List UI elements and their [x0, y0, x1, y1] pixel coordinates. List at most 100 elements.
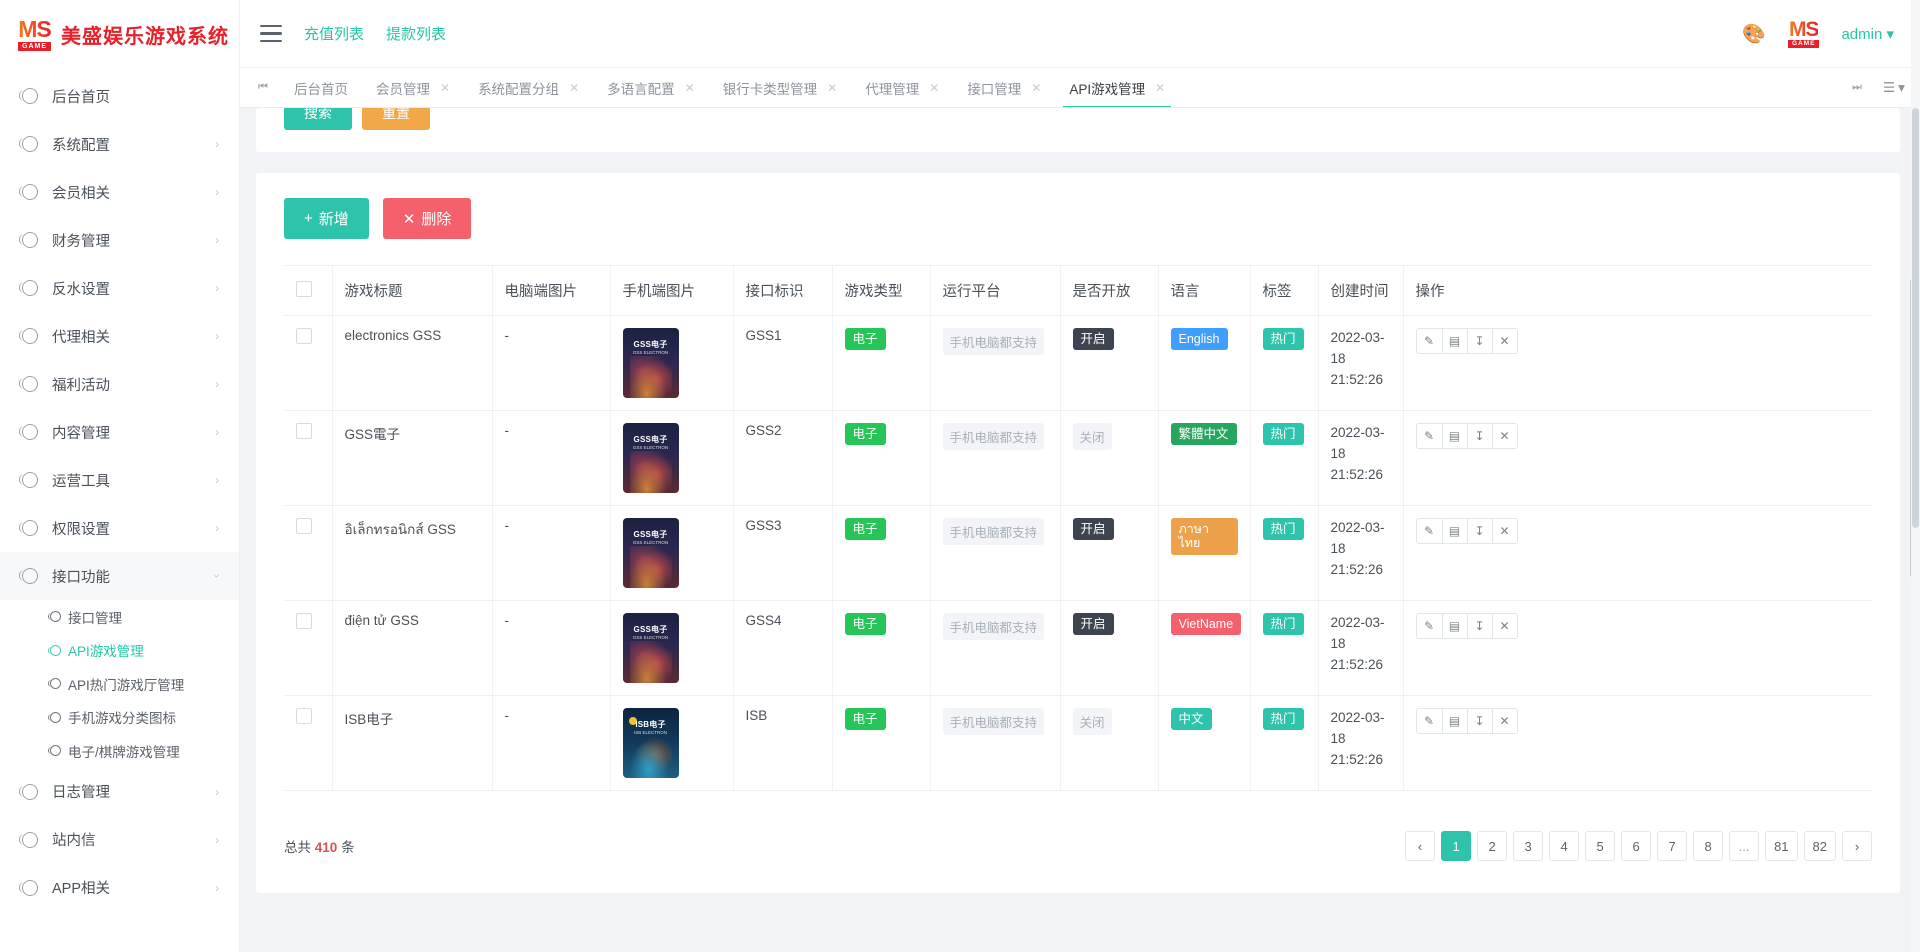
copy-icon[interactable]: ▤	[1442, 709, 1467, 733]
edit-icon[interactable]: ✎	[1417, 614, 1442, 638]
close-icon[interactable]: ✕	[1492, 614, 1517, 638]
page-button-8[interactable]: 8	[1693, 831, 1723, 861]
copy-icon[interactable]: ▤	[1442, 519, 1467, 543]
sidebar-item-welfare[interactable]: 福利活动 ›	[0, 360, 239, 408]
topbar-link-deposit-list[interactable]: 充值列表	[304, 23, 364, 44]
download-icon[interactable]: ↧	[1467, 519, 1492, 543]
sidebar-item-operations[interactable]: 运营工具 ›	[0, 456, 239, 504]
open-state-badge[interactable]: 关闭	[1073, 708, 1112, 735]
sidebar-item-logs[interactable]: 日志管理 ›	[0, 768, 239, 816]
brand[interactable]: MS GAME 美盛娱乐游戏系统	[0, 0, 239, 68]
reset-button[interactable]: 重置	[362, 108, 430, 130]
sidebar-item-system-config[interactable]: 系统配置 ›	[0, 120, 239, 168]
download-icon[interactable]: ↧	[1467, 614, 1492, 638]
page-button-3[interactable]: 3	[1513, 831, 1543, 861]
row-checkbox[interactable]	[296, 423, 312, 439]
sidebar-subitem-api-hot-hall[interactable]: API热门游戏厅管理	[0, 667, 239, 701]
close-icon[interactable]: ✕	[1155, 81, 1165, 95]
download-icon[interactable]: ↧	[1467, 709, 1492, 733]
page-button-6[interactable]: 6	[1621, 831, 1651, 861]
add-button[interactable]: + 新增	[284, 198, 369, 239]
close-icon[interactable]: ✕	[1492, 329, 1517, 353]
select-all-checkbox[interactable]	[296, 281, 312, 297]
close-icon[interactable]: ✕	[685, 81, 695, 95]
page-scrollbar-thumb[interactable]	[1912, 108, 1919, 528]
tab-interface-manage[interactable]: 接口管理 ✕	[953, 68, 1055, 107]
sidebar-item-content[interactable]: 内容管理 ›	[0, 408, 239, 456]
close-icon[interactable]: ✕	[827, 81, 837, 95]
row-checkbox[interactable]	[296, 708, 312, 724]
page-scrollbar[interactable]	[1911, 0, 1920, 952]
download-icon[interactable]: ↧	[1467, 329, 1492, 353]
close-icon[interactable]: ✕	[1492, 424, 1517, 448]
edit-icon[interactable]: ✎	[1417, 519, 1442, 543]
tabs-scroll-next-icon[interactable]: ⏭	[1840, 81, 1874, 94]
admin-menu[interactable]: admin ▾	[1841, 25, 1894, 43]
row-checkbox[interactable]	[296, 518, 312, 534]
sidebar-subitem-interface-manage[interactable]: 接口管理	[0, 600, 239, 634]
open-state-badge[interactable]: 开启	[1073, 328, 1114, 350]
tabs-options-menu[interactable]: ☰ ▾	[1874, 80, 1914, 96]
copy-icon[interactable]: ▤	[1442, 614, 1467, 638]
close-icon[interactable]: ✕	[1492, 709, 1517, 733]
sidebar-item-agent[interactable]: 代理相关 ›	[0, 312, 239, 360]
tab-home[interactable]: 后台首页	[280, 68, 362, 107]
sidebar-item-finance[interactable]: 财务管理 ›	[0, 216, 239, 264]
page-next-button[interactable]: ›	[1842, 831, 1872, 861]
language-badge: 中文	[1171, 708, 1212, 730]
topbar-link-withdraw-list[interactable]: 提款列表	[386, 23, 446, 44]
game-thumbnail[interactable]: GSS电子 GSS ELECTRON	[623, 328, 679, 398]
sidebar-item-permissions[interactable]: 权限设置 ›	[0, 504, 239, 552]
sidebar-subitem-electronic-card-game[interactable]: 电子/棋牌游戏管理	[0, 734, 239, 768]
page-prev-button[interactable]: ‹	[1405, 831, 1435, 861]
close-icon[interactable]: ✕	[440, 81, 450, 95]
tab-bankcard-type-manage[interactable]: 银行卡类型管理 ✕	[709, 68, 852, 107]
copy-icon[interactable]: ▤	[1442, 329, 1467, 353]
page-button-5[interactable]: 5	[1585, 831, 1615, 861]
sidebar-subitem-api-game-manage[interactable]: API游戏管理	[0, 634, 239, 668]
copy-icon[interactable]: ▤	[1442, 424, 1467, 448]
sidebar-item-messages[interactable]: 站内信 ›	[0, 816, 239, 864]
open-state-badge[interactable]: 关闭	[1073, 423, 1112, 450]
open-state-badge[interactable]: 开启	[1073, 518, 1114, 540]
open-state-badge[interactable]: 开启	[1073, 613, 1114, 635]
sidebar-item-home[interactable]: 后台首页	[0, 72, 239, 120]
close-icon[interactable]: ✕	[929, 81, 939, 95]
game-type-badge: 电子	[845, 423, 886, 445]
menu-toggle-icon[interactable]	[260, 25, 282, 42]
row-checkbox[interactable]	[296, 328, 312, 344]
edit-icon[interactable]: ✎	[1417, 424, 1442, 448]
row-checkbox[interactable]	[296, 613, 312, 629]
tab-system-config-group[interactable]: 系统配置分组 ✕	[464, 68, 593, 107]
download-icon[interactable]: ↧	[1467, 424, 1492, 448]
page-button-4[interactable]: 4	[1549, 831, 1579, 861]
tab-api-game-manage[interactable]: API游戏管理 ✕	[1055, 68, 1179, 107]
edit-icon[interactable]: ✎	[1417, 329, 1442, 353]
game-thumbnail[interactable]: GSS电子 GSS ELECTRON	[623, 518, 679, 588]
tab-multilang-config[interactable]: 多语言配置 ✕	[593, 68, 709, 107]
close-icon[interactable]: ✕	[569, 81, 579, 95]
sidebar-item-app[interactable]: APP相关 ›	[0, 864, 239, 912]
close-icon[interactable]: ✕	[1031, 81, 1041, 95]
sidebar-subitem-mobile-category-icon[interactable]: 手机游戏分类图标	[0, 701, 239, 735]
delete-button[interactable]: ✕ 删除	[383, 198, 472, 239]
tabs-scroll-prev-icon[interactable]: ⏮	[246, 68, 280, 107]
close-icon[interactable]: ✕	[1492, 519, 1517, 543]
edit-icon[interactable]: ✎	[1417, 709, 1442, 733]
tab-agent-manage[interactable]: 代理管理 ✕	[851, 68, 953, 107]
game-thumbnail[interactable]: GSS电子 GSS ELECTRON	[623, 613, 679, 683]
search-button[interactable]: 搜索	[284, 108, 352, 130]
page-button-81[interactable]: 81	[1765, 831, 1797, 861]
page-ellipsis[interactable]: ...	[1729, 831, 1759, 861]
page-button-2[interactable]: 2	[1477, 831, 1507, 861]
game-thumbnail[interactable]: ISB电子 ISB ELECTRON	[623, 708, 679, 778]
sidebar-item-rebate[interactable]: 反水设置 ›	[0, 264, 239, 312]
game-thumbnail[interactable]: GSS电子 GSS ELECTRON	[623, 423, 679, 493]
sidebar-item-member[interactable]: 会员相关 ›	[0, 168, 239, 216]
palette-icon[interactable]: 🎨	[1742, 22, 1766, 46]
page-button-7[interactable]: 7	[1657, 831, 1687, 861]
page-button-1[interactable]: 1	[1441, 831, 1471, 861]
tab-member-manage[interactable]: 会员管理 ✕	[362, 68, 464, 107]
sidebar-item-api-functions[interactable]: 接口功能 ›	[0, 552, 239, 600]
page-button-82[interactable]: 82	[1804, 831, 1836, 861]
